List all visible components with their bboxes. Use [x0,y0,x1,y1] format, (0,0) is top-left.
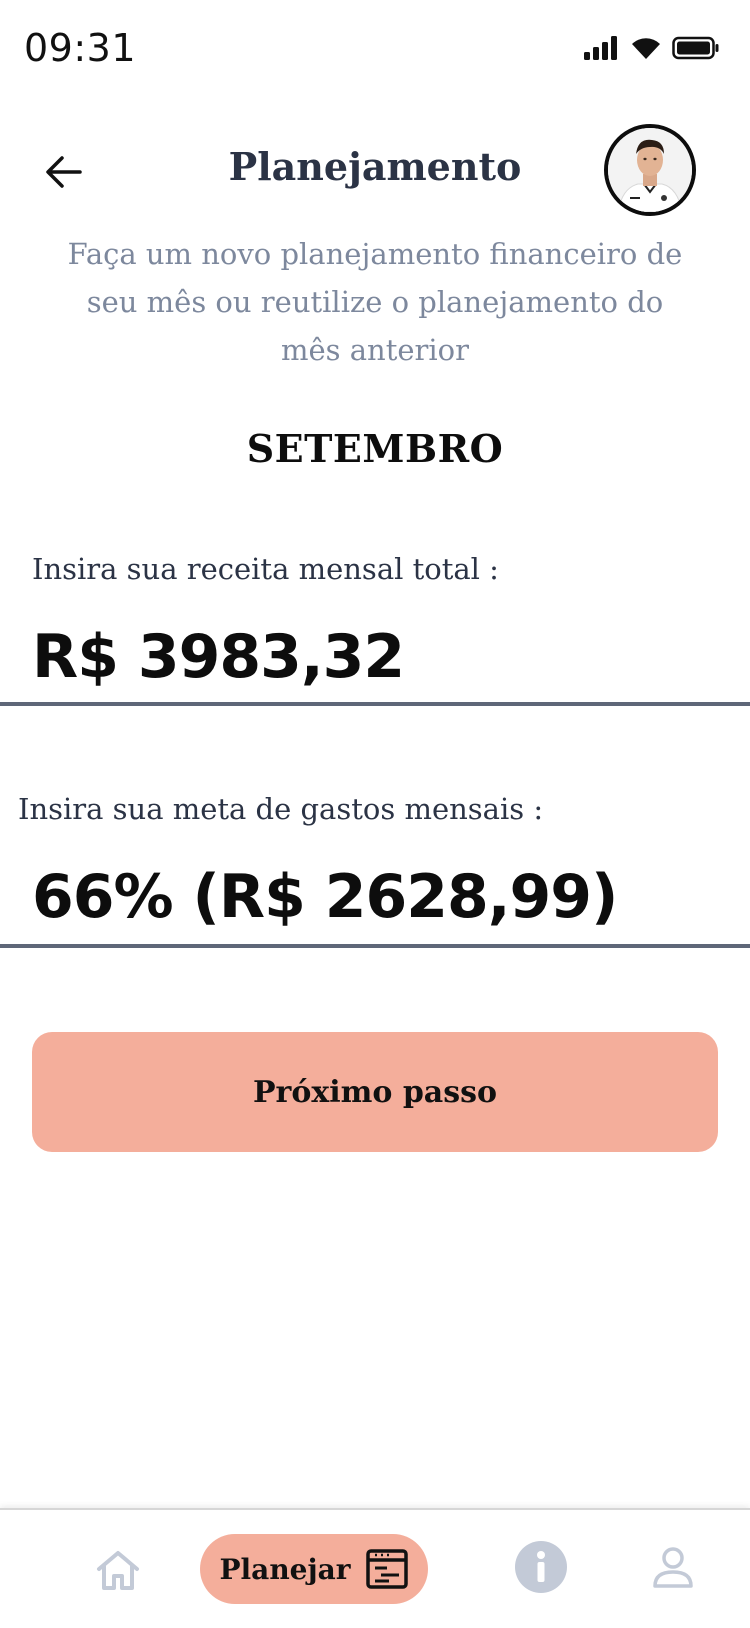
income-label: Insira sua receita mensal total : [32,552,499,586]
info-icon [515,1541,567,1593]
income-input[interactable]: R$ 3983,32 [32,622,405,692]
nav-plan[interactable]: Planejar [200,1534,428,1604]
cellular-signal-icon [584,36,617,60]
status-icons [584,34,720,62]
nav-profile[interactable] [648,1542,698,1592]
nav-plan-label: Planejar [219,1552,351,1586]
next-step-button[interactable]: Próximo passo [32,1032,718,1152]
wifi-icon [632,38,660,59]
status-time: 09:31 [24,26,137,70]
profile-icon [653,1547,693,1588]
goal-underline [0,944,750,948]
bottom-nav: Planejar [0,1508,750,1628]
month-label: SETEMBRO [246,426,504,471]
goal-input[interactable]: 66% (R$ 2628,99) [32,862,618,932]
battery-icon [672,36,719,60]
goal-label: Insira sua meta de gastos mensais : [18,792,544,826]
home-icon [97,1551,139,1590]
status-bar: 09:31 [0,0,750,100]
income-underline [0,702,750,706]
avatar-image [608,128,692,212]
nav-info[interactable] [514,1540,568,1594]
page-subtitle: Faça um novo planejamento financeiro de … [67,237,683,367]
nav-home[interactable] [88,1544,148,1596]
planner-icon [365,1549,408,1589]
user-avatar[interactable] [604,124,696,216]
